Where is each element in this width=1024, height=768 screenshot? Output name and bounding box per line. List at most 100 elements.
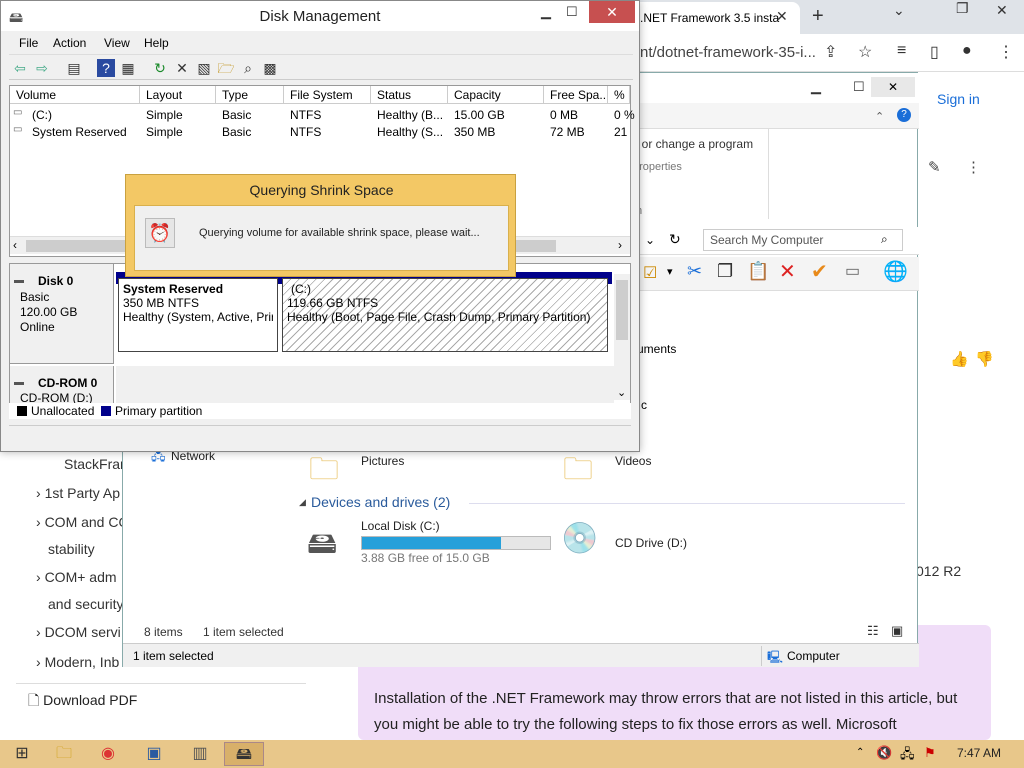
browser-tab[interactable]: .NET Framework 3.5 insta [630, 2, 800, 34]
menu-help[interactable]: Help [144, 36, 169, 50]
star-icon[interactable]: ☆ [858, 42, 872, 62]
large-icons-view-icon[interactable]: ▣ [891, 623, 903, 639]
devices-group-header[interactable]: Devices and drives (2) [311, 494, 450, 510]
cdrom-label[interactable]: ▬ CD-ROM 0 CD-ROM (D:) [10, 366, 114, 406]
sidebar-icon[interactable]: ▯ [930, 42, 939, 62]
speaker-muted-icon[interactable]: 🔇 [876, 745, 892, 761]
edit-icon[interactable]: ✎ [928, 158, 941, 176]
copy-icon[interactable]: ❐ [717, 261, 733, 282]
nav-item[interactable]: stability [48, 541, 95, 557]
minimize-icon[interactable]: ▁ [541, 4, 551, 20]
thumbs-down-icon[interactable]: 👎 [975, 350, 994, 368]
scroll-left-icon[interactable]: ‹ [13, 238, 17, 252]
forward-icon[interactable]: ⇨ [33, 59, 51, 77]
close-icon[interactable]: ✕ [871, 77, 915, 97]
url-text[interactable]: nt/dotnet-framework-35-i... [640, 44, 816, 61]
column-header[interactable]: File System [284, 86, 371, 104]
collapse-icon[interactable]: ◢ [299, 497, 306, 508]
column-header[interactable]: Status [371, 86, 448, 104]
search-input[interactable]: Search My Computer [703, 229, 903, 251]
close-icon[interactable]: ✕ [589, 1, 635, 23]
console-icon[interactable]: ▤ [65, 59, 83, 77]
pictures-folder[interactable]: Pictures [361, 454, 404, 468]
properties-icon[interactable]: ▦ [119, 59, 137, 77]
menu-icon[interactable]: ⋮ [998, 42, 1014, 62]
restore-icon[interactable]: ❐ [956, 0, 969, 17]
nav-item[interactable]: › 1st Party Ap [36, 485, 120, 501]
cut-icon[interactable]: ✂ [687, 261, 702, 282]
share-icon[interactable]: ⇪ [824, 42, 837, 62]
scroll-down-icon[interactable]: ⌄ [617, 386, 626, 399]
table-row[interactable]: ▭ (C:) Simple Basic NTFS Healthy (B... 1… [10, 106, 635, 123]
menu-file[interactable]: File [19, 36, 38, 50]
powershell-icon[interactable]: ▣ [134, 742, 174, 766]
column-header[interactable]: Volume [10, 86, 140, 104]
reading-list-icon[interactable]: ≡ [897, 42, 906, 60]
menu-view[interactable]: View [104, 36, 130, 50]
side-label[interactable]: c [641, 398, 647, 412]
refresh-icon[interactable]: ↻ [669, 231, 681, 248]
close-icon[interactable]: ✕ [996, 2, 1008, 19]
action-center-icon[interactable]: ⚑ [924, 745, 936, 761]
nav-item[interactable]: › COM and CO [36, 514, 129, 530]
rename-icon[interactable]: ▭ [845, 261, 860, 281]
properties-icon[interactable]: ☑ [643, 263, 657, 283]
delete-icon[interactable]: ✕ [779, 259, 796, 284]
chrome-icon[interactable]: ◉ [88, 742, 128, 766]
scrollbar-thumb[interactable] [616, 280, 628, 340]
chevron-down-icon[interactable]: ⌄ [893, 2, 905, 19]
help-icon[interactable]: ? [897, 108, 911, 122]
scroll-right-icon[interactable]: › [618, 238, 622, 252]
nav-item[interactable]: › COM+ adm [36, 569, 117, 585]
drive-name[interactable]: Local Disk (C:) [361, 519, 440, 533]
disk-0-label[interactable]: ▬ Disk 0 Basic 120.00 GB Online [10, 264, 114, 364]
column-header[interactable]: % F [608, 86, 630, 104]
column-header[interactable]: Free Spa... [544, 86, 608, 104]
sign-in-link[interactable]: Sign in [937, 91, 980, 107]
network-icon[interactable]: 🖧 [900, 745, 915, 767]
maximize-icon[interactable]: ☐ [566, 4, 578, 20]
more-icon[interactable]: ⋮ [966, 158, 981, 176]
nav-item[interactable]: StackFran [64, 456, 128, 472]
check-icon[interactable]: ▧ [195, 59, 213, 77]
column-header[interactable]: Type [216, 86, 284, 104]
start-icon[interactable]: ⊞ [2, 742, 42, 766]
new-tab-icon[interactable]: + [812, 5, 824, 28]
partition-c[interactable]: (C:) 119.66 GB NTFS Healthy (Boot, Page … [282, 278, 608, 352]
maximize-icon[interactable]: ☐ [853, 79, 865, 95]
table-row[interactable]: ▭ System Reserved Simple Basic NTFS Heal… [10, 123, 630, 140]
settings-icon[interactable]: ▩ [261, 59, 279, 77]
close-tab-icon[interactable]: ✕ [776, 8, 788, 25]
globe-icon[interactable]: 🌐 [883, 259, 908, 284]
vertical-scrollbar[interactable]: ⌄ [614, 274, 630, 400]
help-icon[interactable]: ? [97, 59, 115, 77]
menu-action[interactable]: Action [53, 36, 86, 50]
delete-icon[interactable]: ✕ [173, 59, 191, 77]
check-icon[interactable]: ✔ [811, 259, 828, 284]
open-folder-icon[interactable]: 🗁 [217, 59, 235, 77]
documents-label[interactable]: uments [637, 342, 676, 356]
ribbon-uninstall[interactable]: ll or change a program [633, 137, 753, 151]
chevron-down-icon[interactable]: ⌄ [645, 233, 655, 247]
minimize-icon[interactable]: ▁ [811, 79, 821, 95]
download-pdf-link[interactable]: 🗋 Download PDF [28, 690, 137, 714]
chevron-up-icon[interactable]: ⌃ [875, 110, 884, 123]
column-header[interactable]: Layout [140, 86, 216, 104]
search-icon[interactable]: ⌕ [881, 232, 888, 247]
disk-management-taskbar-icon[interactable]: 🖴 [224, 742, 264, 766]
clock[interactable]: 7:47 AM [957, 746, 1001, 760]
search-icon[interactable]: ⌕ [239, 59, 257, 77]
profile-icon[interactable]: ● [962, 42, 972, 60]
column-header[interactable]: Capacity [448, 86, 544, 104]
drive-name[interactable]: CD Drive (D:) [615, 536, 687, 550]
server-manager-icon[interactable]: ▥ [180, 742, 220, 766]
back-icon[interactable]: ⇦ [11, 59, 29, 77]
file-explorer-icon[interactable]: 🗀 [44, 742, 84, 766]
nav-item[interactable]: and security [48, 596, 123, 612]
nav-item[interactable]: › DCOM servi [36, 624, 121, 640]
partition-system-reserved[interactable]: System Reserved 350 MB NTFS Healthy (Sys… [118, 278, 278, 352]
refresh-icon[interactable]: ↻ [151, 59, 169, 77]
ribbon-properties[interactable]: properties [633, 161, 682, 173]
details-view-icon[interactable]: ☷ [867, 623, 879, 639]
videos-folder[interactable]: Videos [615, 454, 651, 468]
